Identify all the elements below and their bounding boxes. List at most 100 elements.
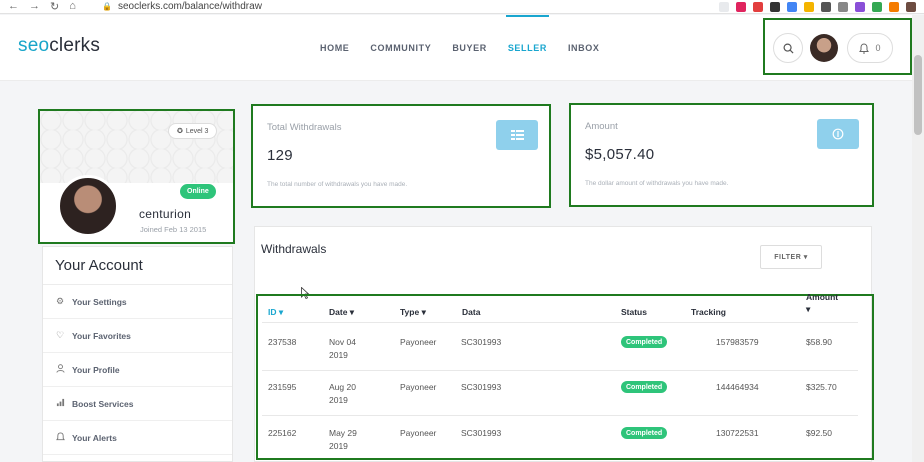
cell-date-year: 2019 (329, 350, 348, 360)
account-sidebar: Your Account ⚙ Your Settings ♡ Your Favo… (42, 246, 233, 462)
profile-joined-date: Joined Feb 13 2015 (140, 225, 207, 234)
cell-tracking: 130722531 (716, 428, 759, 438)
cell-type: Payoneer (400, 428, 437, 438)
home-icon[interactable]: ⌂ (69, 0, 76, 13)
filter-button[interactable]: FILTER ▾ (760, 245, 822, 269)
extension-icon[interactable] (838, 2, 848, 12)
table-row[interactable]: 231595 Aug 20 2019 Payoneer SC301993 Com… (262, 370, 858, 415)
extension-icon[interactable] (855, 2, 865, 12)
extension-icon[interactable] (719, 2, 729, 12)
amount-card: Amount $5,057.40 The dollar amount of wi… (569, 103, 874, 207)
scrollbar-thumb[interactable] (914, 55, 922, 135)
extension-icon[interactable] (804, 2, 814, 12)
cell-data: SC301993 (461, 428, 502, 438)
list-icon (496, 120, 538, 150)
nav-inbox[interactable]: INBOX (568, 43, 600, 53)
gear-icon: ⚙ (55, 296, 65, 306)
forward-icon[interactable]: → (29, 0, 40, 13)
extension-icons (719, 0, 916, 14)
extension-icon[interactable] (770, 2, 780, 12)
sidebar-item-settings[interactable]: ⚙ Your Settings (43, 285, 232, 319)
column-status: Status (621, 307, 647, 317)
cell-date-year: 2019 (329, 441, 348, 451)
total-withdrawals-card: Total Withdrawals 129 The total number o… (251, 104, 551, 208)
extension-icon[interactable] (906, 2, 916, 12)
table-row[interactable]: 225162 May 29 2019 Payoneer SC301993 Com… (262, 415, 858, 460)
nav-seller[interactable]: SELLER (505, 15, 550, 53)
extension-icon[interactable] (736, 2, 746, 12)
stat-description: The total number of withdrawals you have… (267, 181, 408, 188)
status-badge: Completed (621, 427, 668, 439)
reload-icon[interactable]: ↻ (50, 0, 59, 13)
sidebar-item-label: Your Profile (72, 364, 120, 375)
column-date[interactable]: Date ▾ (329, 307, 354, 318)
cell-amount: $92.50 (806, 428, 832, 438)
stat-label: Total Withdrawals (267, 122, 342, 133)
extension-icon[interactable] (889, 2, 899, 12)
sidebar-title: Your Account (43, 247, 232, 285)
stat-label: Amount (585, 121, 618, 132)
sidebar-item-label: Your Favorites (72, 330, 131, 341)
nav-home[interactable]: HOME (320, 43, 349, 53)
cell-amount: $58.90 (806, 337, 832, 347)
sidebar-item-favorites[interactable]: ♡ Your Favorites (43, 319, 232, 353)
extension-icon[interactable] (872, 2, 882, 12)
extension-icon[interactable] (787, 2, 797, 12)
notifications-count: 0 (875, 43, 881, 53)
dollar-icon (817, 119, 859, 149)
site-header: seoclerks HOME COMMUNITY BUYER SELLER IN… (0, 15, 912, 81)
address-bar[interactable]: seoclerks.com/balance/withdraw (118, 1, 262, 12)
status-badge: Completed (621, 336, 668, 348)
column-type[interactable]: Type ▾ (400, 307, 426, 318)
site-logo[interactable]: seoclerks (18, 35, 100, 57)
cell-type: Payoneer (400, 382, 437, 392)
sidebar-item-label: Boost Services (72, 398, 134, 409)
heart-icon: ♡ (55, 330, 65, 340)
column-id[interactable]: ID ▾ (268, 307, 283, 318)
sidebar-item-label: Your Alerts (72, 432, 117, 443)
user-icon (55, 364, 65, 375)
sidebar-item-profile[interactable]: Your Profile (43, 353, 232, 387)
withdrawals-table: ID ▾ Date ▾ Type ▾ Data Status Tracking … (256, 292, 874, 460)
column-tracking: Tracking (691, 307, 726, 317)
chevron-down-icon[interactable]: ▾ (806, 304, 810, 315)
header-actions: 0 (763, 18, 912, 75)
lock-icon: 🔒 (102, 2, 112, 11)
table-row[interactable]: 237538 Nov 04 2019 Payoneer SC301993 Com… (262, 322, 858, 367)
nav-community[interactable]: COMMUNITY (370, 43, 431, 53)
search-button[interactable] (773, 33, 803, 63)
status-badge: Completed (621, 381, 668, 393)
browser-toolbar: ← → ↻ ⌂ 🔒 seoclerks.com/balance/withdraw (0, 0, 924, 14)
nav-buyer[interactable]: BUYER (452, 43, 487, 53)
cell-id: 231595 (268, 382, 297, 392)
cell-data: SC301993 (461, 382, 502, 392)
extension-icon[interactable] (753, 2, 763, 12)
bell-icon (859, 42, 870, 53)
online-badge: Online (180, 184, 216, 199)
cell-data: SC301993 (461, 337, 502, 347)
profile-avatar[interactable] (57, 175, 119, 237)
cell-id: 237538 (268, 337, 297, 347)
search-icon (783, 43, 794, 54)
notifications-button[interactable]: 0 (847, 33, 893, 63)
user-avatar[interactable] (810, 34, 838, 62)
sidebar-item-alerts[interactable]: Your Alerts (43, 421, 232, 455)
extension-icon[interactable] (821, 2, 831, 12)
bar-chart-icon (55, 398, 65, 409)
stat-value: 129 (267, 147, 293, 164)
profile-username[interactable]: centurion (139, 207, 191, 221)
cell-date: Nov 04 (329, 337, 356, 347)
panel-title: Withdrawals (261, 242, 327, 256)
cell-id: 225162 (268, 428, 297, 438)
profile-card: ✪ Level 3 Online centurion Joined Feb 13… (38, 109, 235, 244)
cell-date: Aug 20 (329, 382, 356, 392)
cell-date-year: 2019 (329, 395, 348, 405)
award-icon: ✪ (177, 128, 183, 135)
column-amount[interactable]: Amount (806, 292, 838, 302)
page-scrollbar[interactable] (912, 15, 924, 462)
cell-type: Payoneer (400, 337, 437, 347)
back-icon[interactable]: ← (8, 0, 19, 13)
level-badge: ✪ Level 3 (168, 123, 218, 139)
sidebar-item-boost[interactable]: Boost Services (43, 387, 232, 421)
cell-date: May 29 (329, 428, 357, 438)
